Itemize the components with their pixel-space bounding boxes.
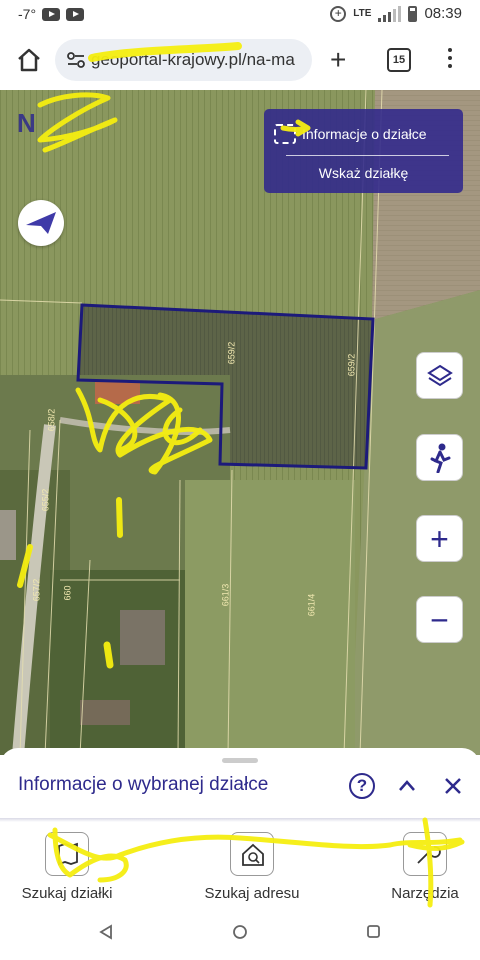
map-brand-text: N (17, 108, 37, 138)
youtube-icon (42, 7, 61, 21)
layers-button[interactable] (416, 352, 463, 399)
nav-label: Szukaj działki (21, 885, 113, 902)
compass-arrow-icon (26, 212, 56, 234)
parcel-label: 657/2 (31, 578, 42, 602)
home-icon[interactable] (16, 47, 42, 73)
bottom-nav: Szukaj działki Szukaj adresu Narzędzia (0, 822, 480, 906)
parcel-label: 660 (62, 585, 73, 601)
select-area-icon (274, 124, 296, 144)
more-menu-icon[interactable] (447, 48, 453, 72)
sheet-drag-handle[interactable] (222, 758, 258, 763)
data-saver-icon: + (330, 5, 347, 22)
street-view-button[interactable] (416, 434, 463, 481)
status-bar: -7° + LTE 08:39 (0, 0, 480, 30)
signal-icon (378, 5, 402, 22)
clock: 08:39 (424, 5, 462, 22)
map-view[interactable]: 659/2 659/2 658/2 655/2 657/2 660 661/3 … (0, 90, 480, 755)
pedestrian-icon (430, 443, 450, 473)
tab-switcher-button[interactable]: 15 (387, 48, 411, 72)
parcel-label: 659/2 (226, 341, 237, 365)
select-parcel-button[interactable]: Wskaż działkę (264, 165, 463, 181)
zoom-in-button[interactable]: + (416, 515, 463, 562)
sheet-title: Informacje o wybranej działce (18, 774, 269, 795)
parcel-info-button[interactable]: Informacje o działce (274, 121, 455, 147)
zoom-out-button[interactable]: − (416, 596, 463, 643)
recents-icon[interactable] (367, 925, 380, 938)
parcel-label: 661/3 (220, 583, 231, 607)
nav-label: Narzędzia (391, 885, 459, 902)
back-icon[interactable] (99, 924, 112, 940)
browser-toolbar: geoportal-krajowy.pl/na-ma + 15 (0, 30, 480, 90)
layers-icon (426, 364, 453, 386)
nav-label: Szukaj adresu (204, 885, 300, 902)
chevron-up-icon[interactable] (397, 776, 417, 796)
close-icon[interactable] (442, 775, 464, 797)
parcel-label: 658/2 (46, 408, 57, 432)
site-settings-icon[interactable] (67, 52, 85, 68)
parcel-label: 659/2 (346, 353, 357, 377)
url-text: geoportal-krajowy.pl/na-ma (91, 50, 295, 69)
map-search-icon (45, 832, 89, 876)
address-bar[interactable]: geoportal-krajowy.pl/na-ma (55, 39, 312, 81)
battery-icon (408, 5, 418, 22)
plus-icon: + (430, 520, 449, 557)
compass-button[interactable] (18, 200, 64, 246)
parcel-details-sheet: Informacje o wybranej działce ? (0, 748, 480, 818)
nav-search-parcel[interactable]: Szukaj działki (7, 832, 127, 902)
parcel-label: 655/2 (40, 488, 51, 512)
home-nav-icon[interactable] (233, 925, 247, 939)
minus-icon: − (430, 601, 449, 638)
parcel-info-panel: Informacje o działce Wskaż działkę (264, 109, 463, 193)
nav-search-address[interactable]: Szukaj adresu (192, 832, 312, 902)
new-tab-button[interactable]: + (330, 46, 346, 74)
tools-icon (403, 832, 447, 876)
parcel-label: 661/4 (306, 593, 317, 617)
youtube-icon (66, 7, 85, 21)
system-nav-bar (0, 906, 480, 960)
parcel-info-label: Informacje o działce (302, 126, 427, 142)
panel-divider (286, 155, 449, 156)
address-search-icon (230, 832, 274, 876)
network-type: LTE (353, 8, 372, 19)
help-button[interactable]: ? (349, 773, 375, 799)
nav-tools[interactable]: Narzędzia (365, 832, 480, 902)
temperature: -7° (18, 6, 37, 22)
